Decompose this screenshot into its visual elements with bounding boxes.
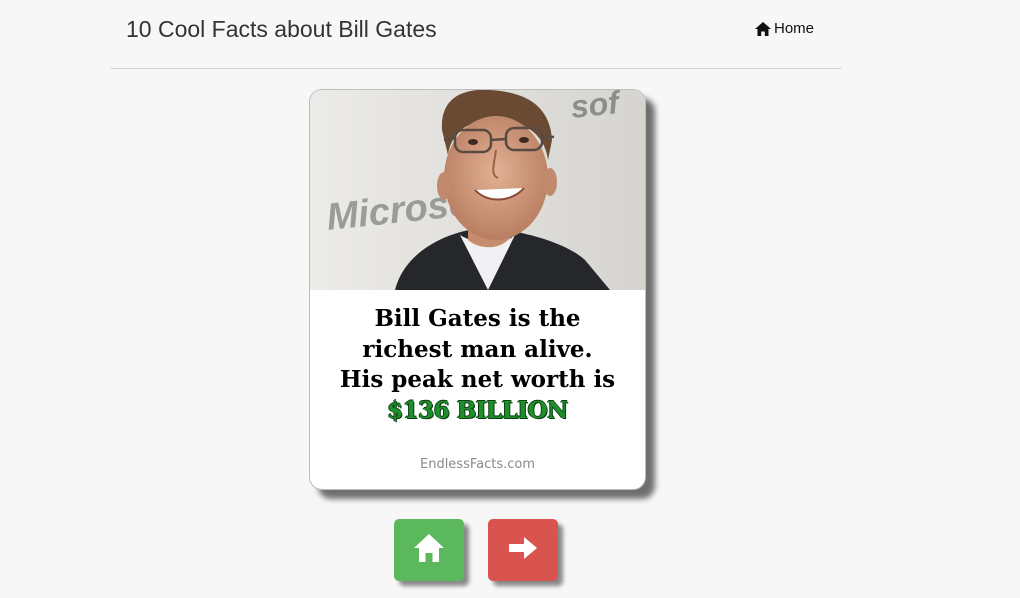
caption-line: richest man alive. (362, 335, 593, 363)
house-icon (755, 21, 771, 36)
fact-caption: Bill Gates is the richest man alive. His… (310, 304, 645, 426)
net-worth-highlight: $136 BILLION (387, 396, 568, 424)
page-title: 10 Cool Facts about Bill Gates (126, 16, 437, 42)
next-fact-button[interactable] (488, 519, 558, 581)
house-icon (413, 533, 445, 568)
caption-line: Bill Gates is the (374, 305, 581, 332)
fact-card: Microso sof Bill Gates is the richest ma… (309, 89, 646, 490)
home-button[interactable] (394, 519, 464, 581)
home-link-label: Home (774, 20, 815, 37)
home-nav-link[interactable]: Home (755, 20, 814, 37)
arrow-right-icon (507, 536, 539, 565)
top-header: 10 Cool Facts about Bill Gates Home (111, 0, 841, 69)
caption-line: His peak net worth is (339, 366, 616, 393)
site-watermark: EndlessFacts.com (419, 457, 536, 472)
fact-photo: Microso sof (310, 90, 645, 290)
photo-logo-text-right: sof (569, 90, 624, 125)
